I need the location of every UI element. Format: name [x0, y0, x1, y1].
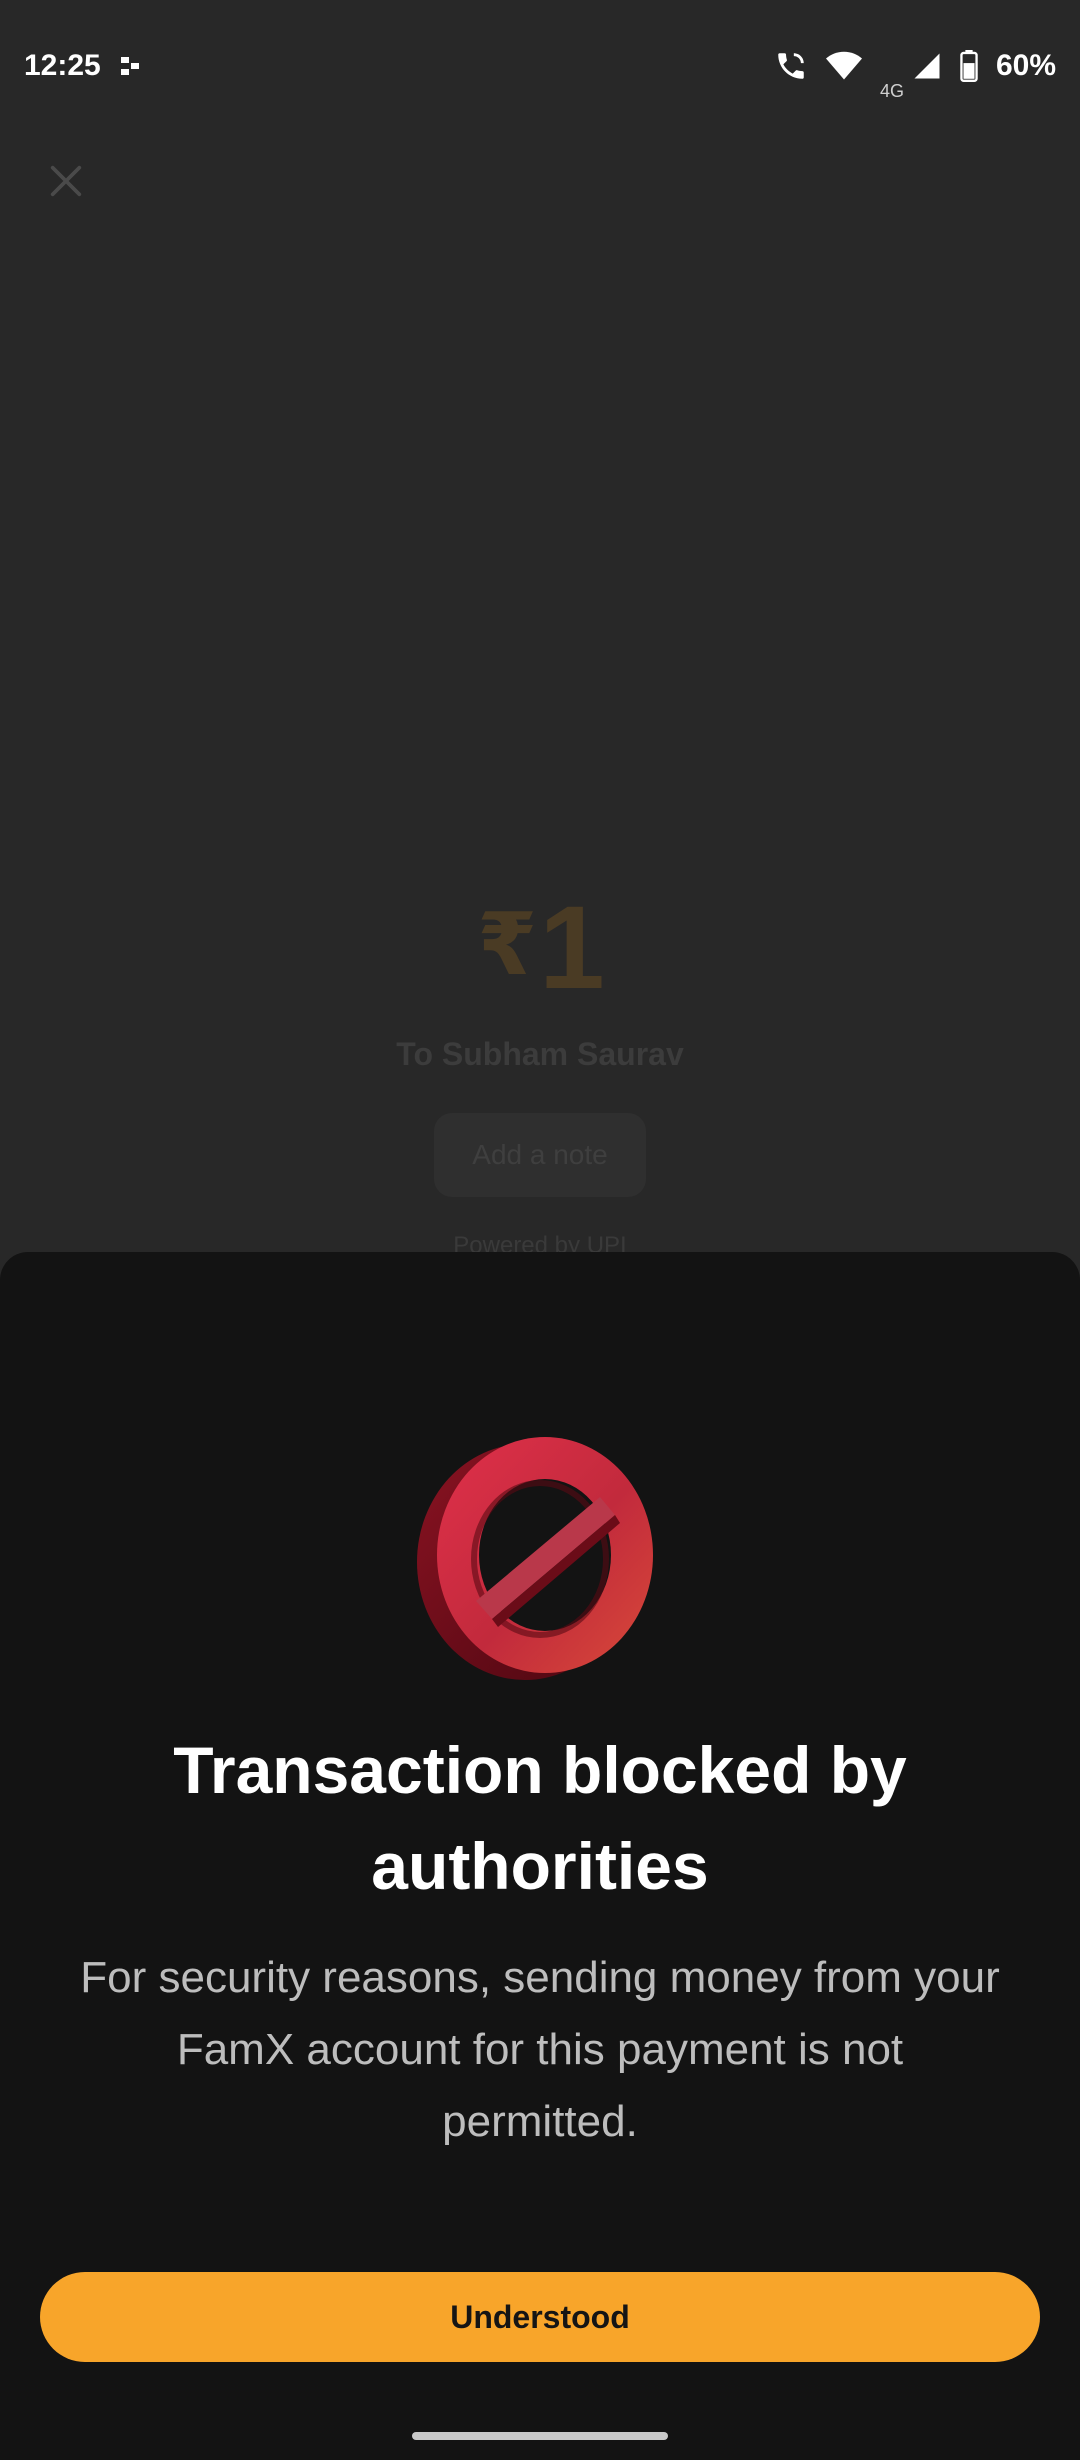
currency-symbol: ₹	[477, 897, 537, 993]
sheet-title: Transaction blocked by authorities	[173, 1733, 907, 1903]
blocked-icon	[410, 1427, 670, 1687]
payment-amount: ₹1	[0, 880, 1080, 1016]
blocked-transaction-sheet: Transaction blocked by authorities For s…	[0, 1252, 1080, 2460]
sheet-description: For security reasons, sending money from…	[80, 1953, 1000, 2146]
amount-value: 1	[539, 882, 605, 1014]
add-note-button[interactable]: Add a note	[434, 1113, 646, 1197]
home-indicator[interactable]	[412, 2432, 668, 2440]
payment-screen-background: ₹1 To Subham Saurav Add a note Powered b…	[0, 0, 1080, 1260]
recipient-label: To Subham Saurav	[396, 1036, 684, 1072]
understood-button[interactable]: Understood	[40, 2272, 1040, 2362]
